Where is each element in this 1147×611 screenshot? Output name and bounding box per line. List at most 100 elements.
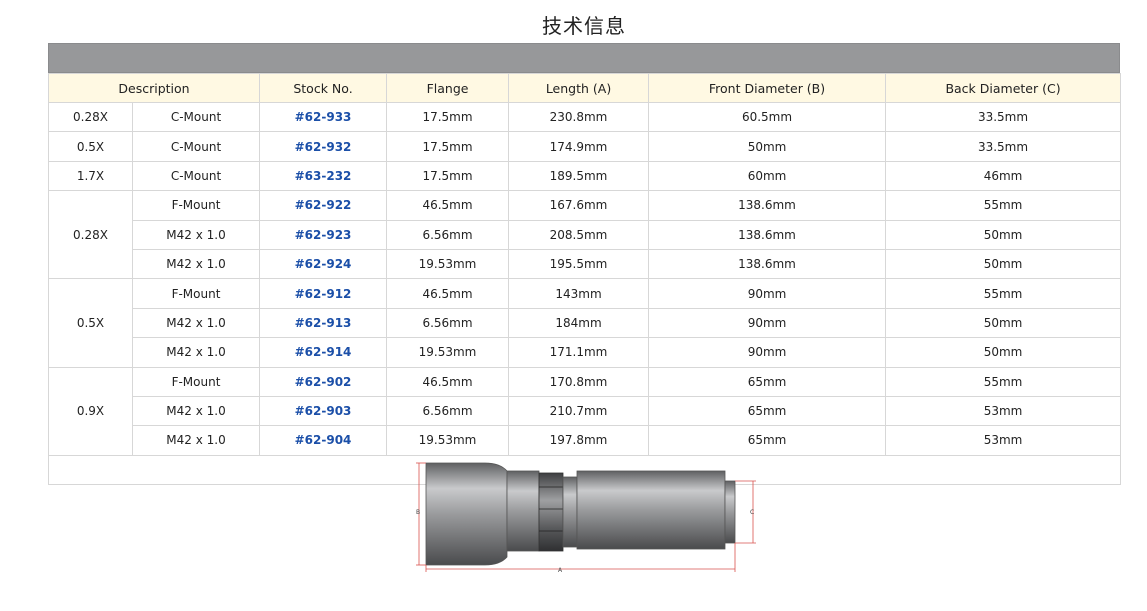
- front-diameter-cell: 90mm: [648, 337, 887, 368]
- stock-cell: #62-933: [259, 101, 388, 133]
- stock-cell: #62-922: [259, 190, 388, 221]
- lens-focus-ring: [538, 472, 564, 552]
- flange-cell: 6.56mm: [386, 395, 510, 427]
- front-diameter-cell: 138.6mm: [648, 248, 887, 280]
- length-cell: 184mm: [508, 307, 650, 339]
- back-diameter-cell: 53mm: [885, 425, 1122, 456]
- header-length: Length (A): [508, 73, 650, 103]
- stock-link[interactable]: #62-914: [295, 345, 352, 359]
- header-description: Description: [47, 73, 261, 103]
- table-row: 0.5X C-Mount #62-932 17.5mm 174.9mm 50mm…: [48, 131, 1122, 162]
- table-header-row: Description Stock No. Flange Length (A) …: [47, 73, 1122, 103]
- front-diameter-cell: 65mm: [648, 366, 887, 397]
- flange-cell: 46.5mm: [386, 278, 510, 309]
- mount-cell: F-Mount: [131, 190, 261, 221]
- length-cell: 189.5mm: [508, 160, 650, 192]
- front-diameter-cell: 138.6mm: [648, 190, 887, 221]
- table-row: 1.7X C-Mount #63-232 17.5mm 189.5mm 60mm…: [48, 160, 1122, 192]
- stock-cell: #62-913: [259, 307, 388, 339]
- table-row: M42 x 1.0 #62-904 19.53mm 197.8mm 65mm 5…: [49, 425, 1122, 456]
- magnification-cell: 0.28X: [48, 190, 133, 280]
- front-diameter-cell: 90mm: [648, 278, 887, 309]
- table-row: 0.5X F-Mount #62-912 46.5mm 143mm 90mm 5…: [48, 278, 1122, 368]
- flange-cell: 46.5mm: [386, 190, 510, 221]
- spec-table-container: Description Stock No. Flange Length (A) …: [47, 43, 1122, 573]
- stock-link[interactable]: #62-932: [295, 140, 352, 154]
- spec-table: Description Stock No. Flange Length (A) …: [47, 73, 1122, 573]
- stock-link[interactable]: #62-922: [295, 198, 352, 212]
- stock-cell: #62-904: [259, 425, 388, 456]
- length-cell: 208.5mm: [508, 219, 650, 250]
- flange-cell: 19.53mm: [386, 425, 510, 456]
- back-diameter-cell: 50mm: [885, 307, 1122, 339]
- front-diameter-cell: 60mm: [648, 160, 887, 192]
- back-diameter-cell: 53mm: [885, 395, 1122, 427]
- mount-cell: C-Mount: [131, 160, 261, 192]
- stock-link[interactable]: #62-923: [295, 228, 352, 242]
- mount-cell: F-Mount: [131, 278, 261, 309]
- stock-cell: #62-903: [259, 395, 388, 427]
- stock-link[interactable]: #62-902: [295, 375, 352, 389]
- front-diameter-cell: 65mm: [648, 425, 887, 456]
- stock-link[interactable]: #62-924: [295, 257, 352, 271]
- flange-cell: 6.56mm: [386, 219, 510, 250]
- magnification-cell: 0.28X: [48, 101, 133, 133]
- lens-rear-barrel: [576, 470, 726, 550]
- flange-cell: 17.5mm: [386, 131, 510, 162]
- magnification-cell: 1.7X: [48, 160, 133, 192]
- front-diameter-cell: 60.5mm: [648, 101, 887, 133]
- stock-cell: #63-232: [259, 160, 388, 192]
- magnification-cell: 0.5X: [48, 278, 133, 368]
- stock-link[interactable]: #62-903: [295, 404, 352, 418]
- back-diameter-cell: 33.5mm: [885, 101, 1122, 133]
- mount-cell: M42 x 1.0: [131, 337, 261, 368]
- back-diameter-cell: 55mm: [885, 278, 1122, 309]
- table-title-band: [48, 43, 1120, 73]
- mount-cell: M42 x 1.0: [131, 248, 261, 280]
- mount-cell: M42 x 1.0: [131, 425, 261, 456]
- table-row: 0.9X F-Mount #62-902 46.5mm 170.8mm 65mm…: [48, 366, 1122, 456]
- flange-cell: 17.5mm: [386, 101, 510, 133]
- table-row: M42 x 1.0 #62-924 19.53mm 195.5mm 138.6m…: [49, 248, 1122, 280]
- stock-cell: #62-902: [259, 366, 388, 397]
- table-row: M42 x 1.0 #62-914 19.53mm 171.1mm 90mm 5…: [49, 337, 1122, 368]
- mount-cell: M42 x 1.0: [131, 219, 261, 250]
- length-cell: 230.8mm: [508, 101, 650, 133]
- flange-cell: 46.5mm: [386, 366, 510, 397]
- back-diameter-cell: 50mm: [885, 337, 1122, 368]
- flange-cell: 6.56mm: [386, 307, 510, 339]
- length-cell: 210.7mm: [508, 395, 650, 427]
- mount-cell: M42 x 1.0: [131, 395, 261, 427]
- lens-connector: [562, 476, 578, 548]
- magnification-cell: 0.5X: [48, 131, 133, 162]
- table-row: 0.28X C-Mount #62-933 17.5mm 230.8mm 60.…: [48, 101, 1122, 133]
- length-cell: 197.8mm: [508, 425, 650, 456]
- flange-cell: 19.53mm: [386, 248, 510, 280]
- mount-cell: C-Mount: [131, 101, 261, 133]
- back-diameter-cell: 55mm: [885, 366, 1122, 397]
- length-cell: 195.5mm: [508, 248, 650, 280]
- table-row: M42 x 1.0 #62-923 6.56mm 208.5mm 138.6mm…: [49, 219, 1122, 250]
- stock-link[interactable]: #63-232: [295, 169, 352, 183]
- stock-cell: #62-914: [259, 337, 388, 368]
- header-flange: Flange: [386, 73, 510, 103]
- lens-mount: [724, 480, 736, 544]
- stock-link[interactable]: #62-904: [295, 433, 352, 447]
- stock-link[interactable]: #62-933: [295, 110, 352, 124]
- length-cell: 170.8mm: [508, 366, 650, 397]
- length-cell: 171.1mm: [508, 337, 650, 368]
- front-diameter-cell: 50mm: [648, 131, 887, 162]
- lens-mid-barrel: [506, 470, 540, 552]
- stock-link[interactable]: #62-913: [295, 316, 352, 330]
- lens-front-barrel: [425, 462, 508, 566]
- back-diameter-cell: 55mm: [885, 190, 1122, 221]
- stock-cell: #62-924: [259, 248, 388, 280]
- mount-cell: C-Mount: [131, 131, 261, 162]
- diagram-row: B C A: [47, 454, 1122, 573]
- lens-dimension-diagram: B C A: [416, 462, 756, 573]
- length-cell: 167.6mm: [508, 190, 650, 221]
- back-diameter-cell: 50mm: [885, 248, 1122, 280]
- stock-link[interactable]: #62-912: [295, 287, 352, 301]
- flange-cell: 17.5mm: [386, 160, 510, 192]
- stock-cell: #62-912: [259, 278, 388, 309]
